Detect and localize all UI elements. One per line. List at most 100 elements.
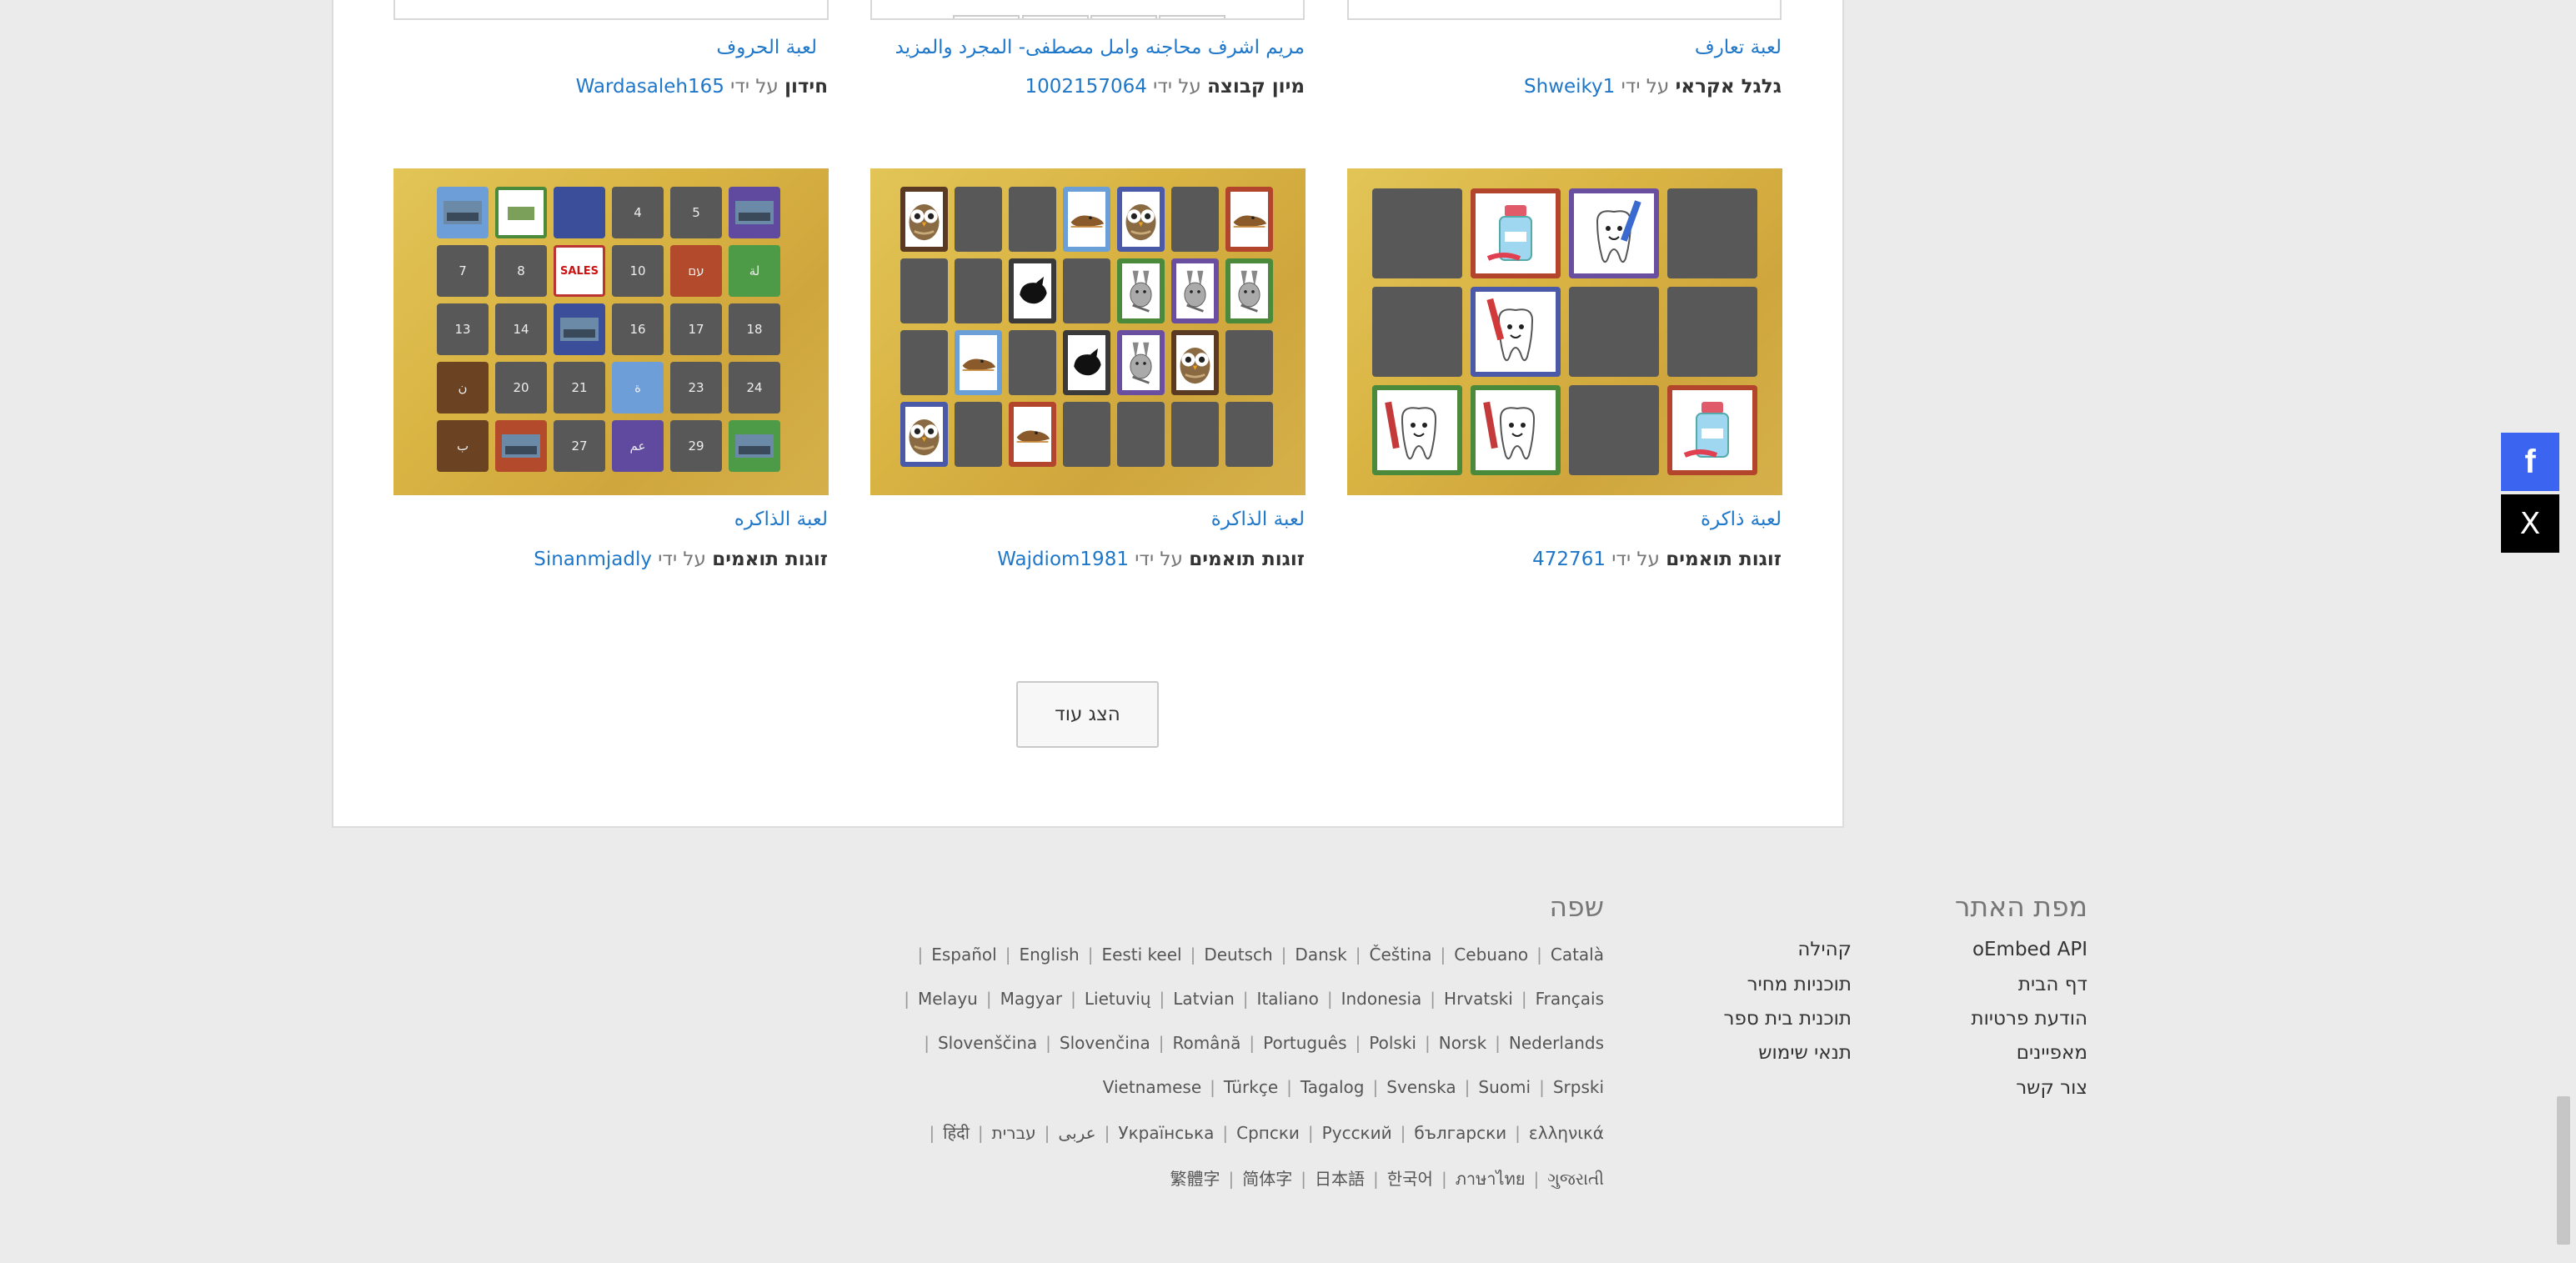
language-link[interactable]: ภาษาไทย: [1456, 1169, 1526, 1189]
card-tile-facedown[interactable]: [1225, 402, 1273, 467]
facebook-share-button[interactable]: f: [2501, 433, 2559, 491]
toothpaste-icon[interactable]: [1667, 385, 1757, 475]
language-link[interactable]: Vietnamese: [1103, 1077, 1201, 1097]
card-tile-facedown[interactable]: [900, 330, 948, 395]
language-link[interactable]: Indonesia: [1341, 989, 1422, 1009]
card-tile-facedown[interactable]: [1667, 188, 1757, 278]
card-tile-facedown[interactable]: [1063, 402, 1110, 467]
card-number-tile[interactable]: 20: [495, 362, 547, 413]
activity-title-link[interactable]: لعبة الحروف: [716, 37, 817, 58]
card-tile-facedown[interactable]: [1063, 258, 1110, 323]
language-link[interactable]: हिंदी: [943, 1123, 970, 1143]
croc-icon[interactable]: [955, 330, 1002, 395]
dog-icon[interactable]: [1063, 330, 1110, 395]
footer-link-home[interactable]: דף הבית: [2018, 974, 2087, 995]
language-link[interactable]: Srpski: [1553, 1077, 1604, 1097]
activity-title-link[interactable]: لعبة الذاكرة: [1211, 509, 1305, 530]
language-link[interactable]: Dansk: [1295, 945, 1346, 965]
language-link[interactable]: Magyar: [1000, 989, 1063, 1009]
card-tile-facedown[interactable]: [1569, 385, 1659, 475]
card-tile-facedown[interactable]: [1009, 187, 1056, 252]
language-link[interactable]: Українська: [1118, 1123, 1214, 1143]
croc-icon[interactable]: [1009, 402, 1056, 467]
activity-title-link[interactable]: لعبة ذاكرة: [1701, 509, 1782, 530]
owl-icon[interactable]: [900, 187, 948, 252]
language-link[interactable]: Tagalog: [1301, 1077, 1365, 1097]
activity-title-link[interactable]: لعبة الذاكره: [734, 509, 828, 530]
footer-link-community[interactable]: קהילה: [1797, 939, 1852, 960]
card-tile-facedown[interactable]: [1225, 330, 1273, 395]
language-link[interactable]: עברית: [992, 1123, 1036, 1143]
rabbit-icon[interactable]: [1225, 258, 1273, 323]
activity-card-thumb-partial[interactable]: [393, 0, 829, 20]
card-tile-facedown[interactable]: [955, 402, 1002, 467]
language-link[interactable]: Français: [1536, 989, 1604, 1009]
card-number-tile[interactable]: ة: [612, 362, 664, 413]
card-number-tile[interactable]: 29: [670, 420, 722, 472]
card-number-tile[interactable]: ب: [437, 420, 489, 472]
language-link[interactable]: Hrvatski: [1444, 989, 1513, 1009]
author-link[interactable]: Sinanmjadly: [534, 549, 652, 570]
card-number-tile[interactable]: 24: [729, 362, 780, 413]
language-link[interactable]: 日本語: [1315, 1169, 1365, 1189]
language-link[interactable]: Română: [1172, 1033, 1240, 1053]
card-number-tile[interactable]: 8: [495, 245, 547, 297]
activity-title-link[interactable]: لعبة تعارف: [1695, 37, 1782, 58]
card-tile-facedown[interactable]: [900, 258, 948, 323]
language-link[interactable]: Norsk: [1439, 1033, 1486, 1053]
language-link[interactable]: Deutsch: [1204, 945, 1272, 965]
card-number-tile[interactable]: لة: [729, 245, 780, 297]
language-link[interactable]: Italiano: [1257, 989, 1319, 1009]
language-link[interactable]: Nederlands: [1509, 1033, 1604, 1053]
card-tile-facedown[interactable]: [1569, 287, 1659, 377]
croc-icon[interactable]: [1225, 187, 1273, 252]
card-number-tile[interactable]: 5: [670, 187, 722, 238]
language-link[interactable]: عربى: [1058, 1123, 1095, 1143]
activity-card-thumb-partial[interactable]: [1347, 0, 1782, 20]
activity-thumbnail[interactable]: [870, 168, 1306, 495]
card-tile-facedown[interactable]: [1009, 330, 1056, 395]
language-link[interactable]: Cebuano: [1454, 945, 1528, 965]
footer-link-school[interactable]: תוכנית בית ספר: [1724, 1008, 1852, 1030]
footer-link-privacy[interactable]: הודעת פרטיות: [1972, 1008, 2087, 1030]
card-tile-facedown[interactable]: [1171, 187, 1219, 252]
card-tile-facedown[interactable]: [1372, 188, 1462, 278]
croc-icon[interactable]: [1063, 187, 1110, 252]
card-number-tile[interactable]: 18: [729, 303, 780, 355]
language-link[interactable]: Português: [1263, 1033, 1346, 1053]
rabbit-icon[interactable]: [1171, 258, 1219, 323]
rabbit-icon[interactable]: [1117, 258, 1165, 323]
x-share-button[interactable]: X: [2501, 494, 2559, 553]
card-image-tile[interactable]: SALES: [554, 245, 605, 297]
language-link[interactable]: Català: [1551, 945, 1604, 965]
language-link[interactable]: ગુજરાતી: [1547, 1169, 1604, 1189]
card-tile-facedown[interactable]: [1117, 402, 1165, 467]
card-tile-facedown[interactable]: [1171, 402, 1219, 467]
tooth-with-brush-icon[interactable]: [1569, 188, 1659, 278]
card-image-tile[interactable]: [554, 303, 605, 355]
footer-link-pricing[interactable]: תוכניות מחיר: [1747, 974, 1852, 995]
activity-title-link[interactable]: مريم اشرف محاجنه وامل مصطفى- المجرد والم…: [895, 37, 1305, 58]
card-number-tile[interactable]: 17: [670, 303, 722, 355]
tooth-with-brush-icon[interactable]: [1471, 385, 1561, 475]
owl-icon[interactable]: [1171, 330, 1219, 395]
language-link[interactable]: Slovenščina: [938, 1033, 1037, 1053]
language-link[interactable]: български: [1414, 1123, 1506, 1143]
card-number-tile[interactable]: 16: [612, 303, 664, 355]
language-link[interactable]: Slovenčina: [1060, 1033, 1150, 1053]
card-image-tile[interactable]: [729, 187, 780, 238]
toothpaste-icon[interactable]: [1471, 188, 1561, 278]
card-image-tile[interactable]: [495, 187, 547, 238]
footer-link-oembed[interactable]: oEmbed API: [1972, 939, 2087, 960]
card-number-tile[interactable]: 21: [554, 362, 605, 413]
card-number-tile[interactable]: 14: [495, 303, 547, 355]
language-link[interactable]: Suomi: [1478, 1077, 1531, 1097]
activity-card-thumb-partial[interactable]: [870, 0, 1305, 20]
dog-icon[interactable]: [1009, 258, 1056, 323]
language-link[interactable]: Polski: [1369, 1033, 1416, 1053]
activity-thumbnail[interactable]: [1347, 168, 1782, 495]
card-number-tile[interactable]: عم: [612, 420, 664, 472]
author-link[interactable]: Wardasaleh165: [576, 76, 724, 98]
language-link[interactable]: 繁體字: [1170, 1169, 1220, 1189]
card-tile-facedown[interactable]: [1372, 287, 1462, 377]
